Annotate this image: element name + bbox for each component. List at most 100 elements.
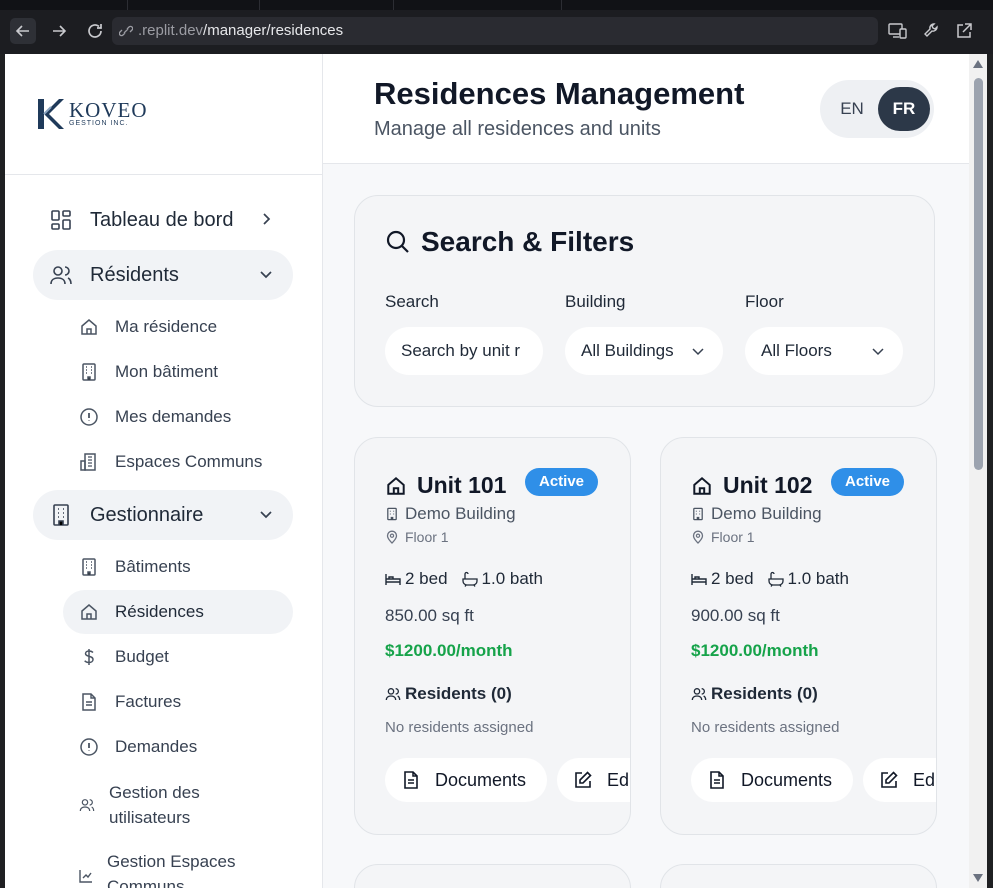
status-badge: Active	[831, 468, 905, 496]
file-text-icon	[707, 770, 727, 790]
building-select[interactable]: All Buildings	[565, 327, 723, 375]
building-icon	[79, 362, 99, 382]
lang-en-button[interactable]: EN	[830, 87, 874, 131]
browser-tab[interactable]	[394, 0, 562, 10]
residents-count: Residents (0)	[405, 684, 512, 703]
users-icon	[49, 263, 73, 287]
url-host: .replit.dev	[138, 22, 204, 39]
floor-select[interactable]: All Floors	[745, 327, 903, 375]
residents-empty-note: No residents assigned	[691, 719, 840, 736]
sidebar-item-label: Résidences	[115, 602, 204, 621]
status-badge: Active	[525, 468, 599, 496]
scrollbar[interactable]	[969, 54, 987, 888]
browser-tab[interactable]	[260, 0, 394, 10]
building-name: Demo Building	[405, 504, 516, 523]
sidebar-item-dashboard[interactable]: Tableau de bord	[33, 195, 293, 245]
logo[interactable]: KOVEO GESTION INC.	[35, 94, 148, 134]
sidebar-item-label: Gestion Espaces Communs	[107, 852, 236, 888]
home-icon	[79, 317, 99, 337]
back-icon[interactable]	[10, 18, 36, 44]
edit-button[interactable]: Edit	[863, 758, 936, 802]
page-header: Residences Management Manage all residen…	[323, 54, 969, 164]
unit-card	[660, 864, 937, 888]
app-frame: KOVEO GESTION INC. Tableau de bord Résid…	[5, 54, 987, 888]
tab-strip	[0, 0, 993, 10]
devices-icon[interactable]	[886, 18, 910, 44]
home-icon	[691, 475, 713, 497]
chevron-right-icon	[257, 210, 275, 228]
documents-button[interactable]: Documents	[385, 758, 547, 802]
map-pin-icon	[385, 530, 399, 544]
chevron-down-icon	[257, 505, 275, 523]
sidebar-item-invoices[interactable]: Factures	[63, 680, 293, 724]
floor-text: Floor 1	[405, 529, 449, 545]
monthly-rent: $1200.00/month	[385, 641, 513, 660]
unit-name: Unit 102	[723, 472, 813, 498]
sidebar-item-residences[interactable]: Résidences	[63, 590, 293, 634]
forward-icon[interactable]	[46, 18, 72, 44]
page-subtitle: Manage all residences and units	[374, 118, 661, 140]
bath-icon	[767, 571, 784, 587]
unit-card: Unit 101 Active Demo Building Floor 1 2 …	[354, 437, 631, 835]
building-icon	[79, 557, 99, 577]
file-text-icon	[79, 692, 99, 712]
sidebar-item-budget[interactable]: Budget	[63, 635, 293, 679]
browser-tab[interactable]	[128, 0, 260, 10]
baths: 1.0 bath	[787, 569, 849, 588]
bath-icon	[461, 571, 478, 587]
floor-label: Floor	[745, 292, 784, 311]
home-icon	[79, 602, 99, 622]
sidebar-item-my-residence[interactable]: Ma résidence	[63, 305, 293, 349]
building-icon	[691, 507, 705, 521]
unit-name: Unit 101	[417, 472, 507, 498]
wrench-icon[interactable]	[920, 18, 944, 44]
external-link-icon[interactable]	[952, 18, 976, 44]
residents-count: Residents (0)	[711, 684, 818, 703]
browser-toolbar: .replit.dev/manager/residences	[0, 0, 993, 54]
sidebar-item-label: Bâtiments	[115, 557, 191, 576]
chevron-down-icon	[257, 265, 275, 283]
sidebar-item-requests[interactable]: Demandes	[63, 725, 293, 769]
square-footage: 850.00 sq ft	[385, 606, 474, 625]
sidebar-item-my-building[interactable]: Mon bâtiment	[63, 350, 293, 394]
lang-fr-button[interactable]: FR	[878, 87, 930, 131]
chevron-down-icon	[869, 342, 887, 360]
sidebar-item-common-spaces-management[interactable]: Gestion Espaces Communs	[63, 849, 263, 888]
sidebar-item-user-management[interactable]: Gestion des utilisateurs	[63, 778, 263, 832]
reload-icon[interactable]	[82, 18, 108, 44]
sidebar-group-residents[interactable]: Résidents	[33, 250, 293, 300]
sidebar-item-label: Factures	[115, 692, 182, 711]
sidebar-item-common-spaces[interactable]: Espaces Communs	[63, 440, 293, 484]
sidebar-item-label: Budget	[115, 647, 169, 666]
scrollbar-thumb[interactable]	[974, 78, 983, 470]
sidebar-item-label: Tableau de bord	[90, 208, 234, 231]
sidebar-item-buildings[interactable]: Bâtiments	[63, 545, 293, 589]
sidebar-item-label: Gestion des utilisateurs	[109, 783, 200, 827]
sidebar-item-my-requests[interactable]: Mes demandes	[63, 395, 293, 439]
floor-text: Floor 1	[711, 529, 755, 545]
sidebar: KOVEO GESTION INC. Tableau de bord Résid…	[5, 54, 323, 888]
residents-empty-note: No residents assigned	[385, 719, 534, 736]
alert-circle-icon	[79, 407, 99, 427]
sidebar-group-label: Résidents	[90, 263, 179, 286]
building-label: Building	[565, 292, 626, 311]
documents-button[interactable]: Documents	[691, 758, 853, 802]
sidebar-item-label: Espaces Communs	[115, 452, 263, 471]
search-input[interactable]: Search by unit r	[385, 327, 543, 375]
bed-icon	[385, 571, 401, 587]
edit-button[interactable]: Edit	[557, 758, 630, 802]
scroll-up-icon[interactable]	[973, 60, 983, 68]
browser-tab[interactable]	[0, 0, 128, 10]
url-bar[interactable]: .replit.dev/manager/residences	[112, 17, 878, 45]
map-pin-icon	[691, 530, 705, 544]
bed-icon	[691, 571, 707, 587]
beds: 2 bed	[711, 569, 754, 588]
scroll-down-icon[interactable]	[973, 874, 983, 882]
filters-panel: Search & Filters Search Building Floor S…	[354, 195, 935, 407]
sidebar-item-label: Mes demandes	[115, 407, 232, 426]
beds: 2 bed	[405, 569, 448, 588]
chevron-down-icon	[689, 342, 707, 360]
sidebar-group-manager[interactable]: Gestionnaire	[33, 490, 293, 540]
dashboard-grid-icon	[49, 208, 73, 232]
sidebar-divider	[5, 174, 323, 175]
